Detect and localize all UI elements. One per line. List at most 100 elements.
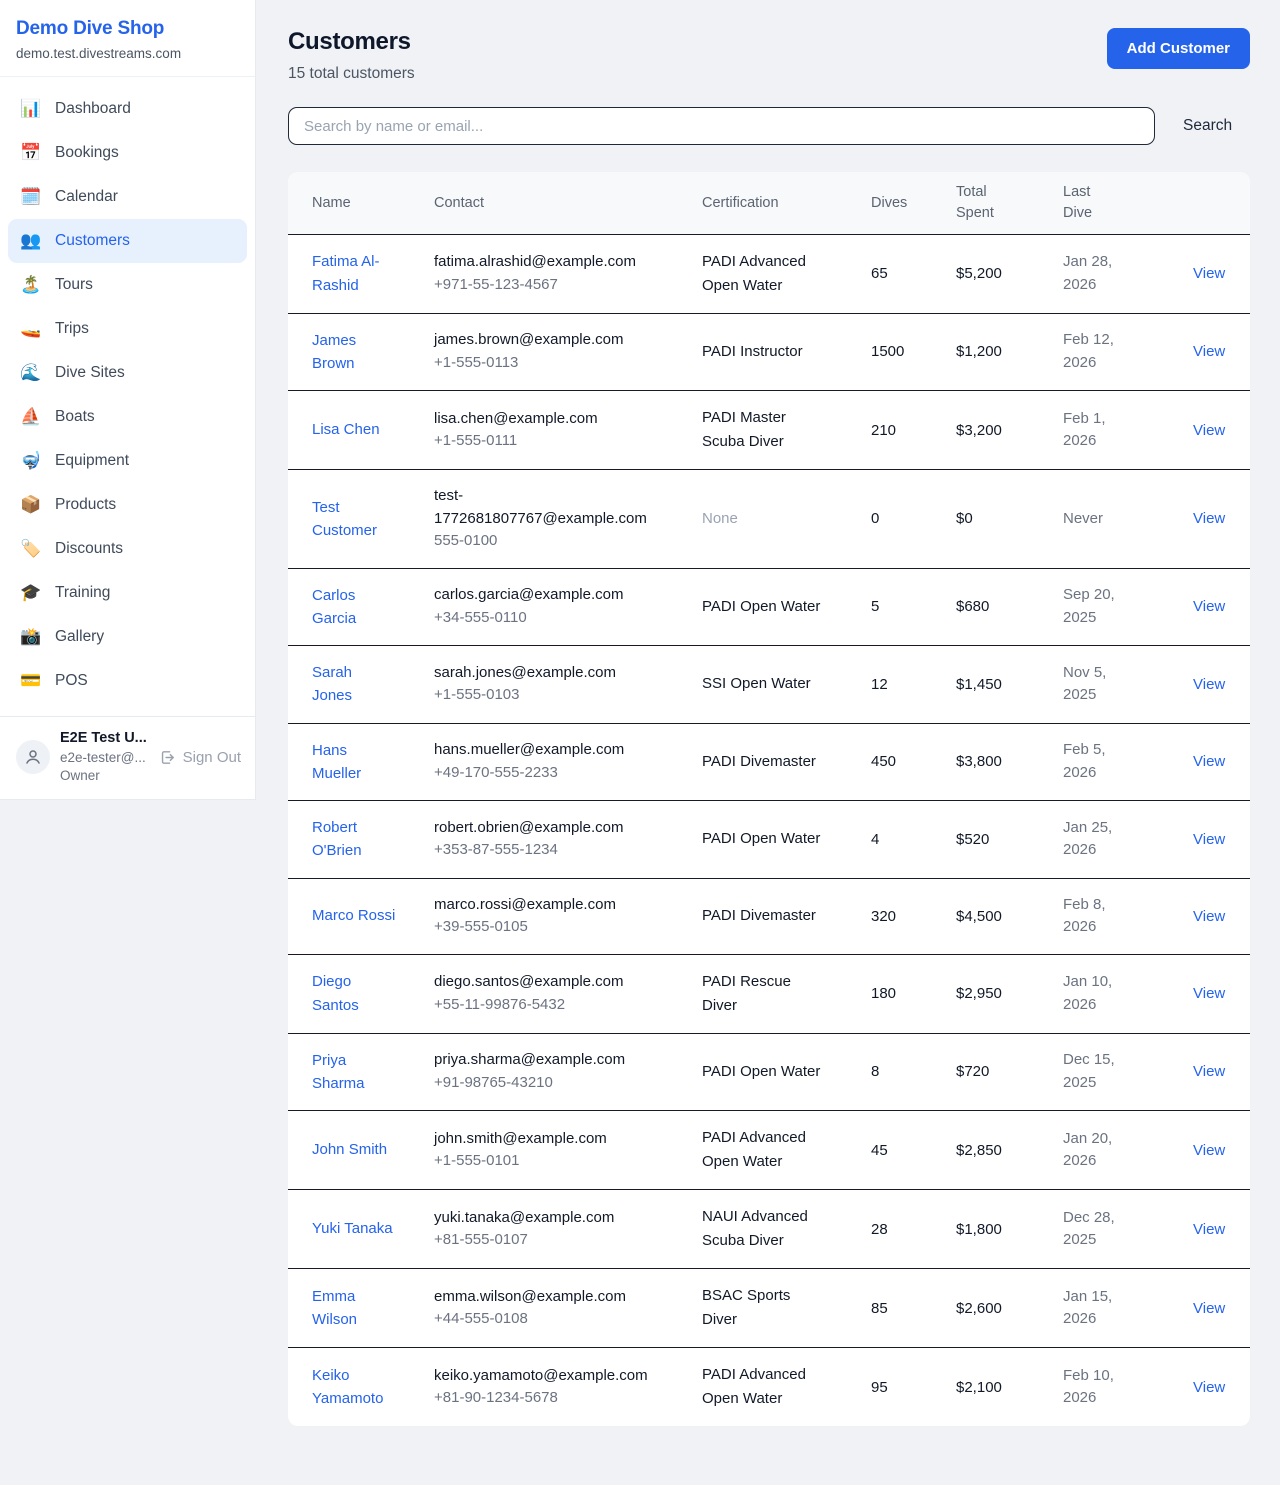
dives-value: 85 [871, 1300, 888, 1317]
sidebar-item-tours[interactable]: 🏝️ Tours [8, 263, 247, 307]
sidebar-item-calendar[interactable]: 🗓️ Calendar [8, 175, 247, 219]
view-link[interactable]: View [1193, 422, 1225, 439]
bar-chart-icon: 📊 [20, 99, 42, 119]
view-link[interactable]: View [1193, 985, 1225, 1002]
last-dive-value: Feb 8, 2026 [1063, 894, 1141, 939]
customer-name-link[interactable]: Sarah Jones [312, 661, 396, 708]
customer-phone: +55-11-99876-5432 [434, 994, 692, 1017]
camera-icon: 📸 [20, 627, 42, 647]
customer-name-link[interactable]: Robert O'Brien [312, 816, 396, 863]
customer-name-link[interactable]: James Brown [312, 329, 396, 376]
sidebar-item-discounts[interactable]: 🏷️ Discounts [8, 527, 247, 571]
table-row: Lisa Chen lisa.chen@example.com +1-555-0… [288, 391, 1250, 470]
graduation-cap-icon: 🎓 [20, 583, 42, 603]
island-icon: 🏝️ [20, 275, 42, 295]
people-icon: 👥 [20, 231, 42, 251]
last-dive-value: Jan 15, 2026 [1063, 1286, 1141, 1331]
view-link[interactable]: View [1193, 1142, 1225, 1159]
dives-value: 65 [871, 265, 888, 282]
contact-cell: sarah.jones@example.com +1-555-0103 [434, 646, 702, 724]
wave-icon: 🌊 [20, 363, 42, 383]
table-row: Test Customer test-1772681807767@example… [288, 470, 1250, 569]
customer-name-link[interactable]: Diego Santos [312, 970, 396, 1017]
page-header-text: Customers 15 total customers [288, 28, 415, 83]
column-header-total-spent: Total Spent [956, 172, 1063, 234]
contact-cell: priya.sharma@example.com +91-98765-43210 [434, 1033, 702, 1111]
add-customer-button[interactable]: Add Customer [1107, 28, 1250, 69]
customer-name-link[interactable]: Emma Wilson [312, 1285, 396, 1332]
column-header-name: Name [288, 172, 434, 234]
view-link[interactable]: View [1193, 1379, 1225, 1396]
shop-domain: demo.test.divestreams.com [16, 46, 239, 61]
customers-table-card: Name Contact Certification Dives Total S… [288, 172, 1250, 1426]
customer-email: fatima.alrashid@example.com [434, 251, 652, 274]
sign-out-button[interactable]: Sign Out [159, 749, 241, 766]
total-spent-value: $1,200 [956, 343, 1002, 360]
last-dive-value: Feb 10, 2026 [1063, 1365, 1141, 1410]
customer-phone: +39-555-0105 [434, 916, 692, 939]
customer-name-link[interactable]: Hans Mueller [312, 739, 396, 786]
table-header-row: Name Contact Certification Dives Total S… [288, 172, 1250, 234]
contact-cell: hans.mueller@example.com +49-170-555-223… [434, 723, 702, 801]
sidebar-item-training[interactable]: 🎓 Training [8, 571, 247, 615]
customer-email: john.smith@example.com [434, 1128, 652, 1151]
customer-name-link[interactable]: Test Customer [312, 496, 396, 543]
sidebar-item-customers[interactable]: 👥 Customers [8, 219, 247, 263]
customer-email: carlos.garcia@example.com [434, 584, 652, 607]
table-row: Sarah Jones sarah.jones@example.com +1-5… [288, 646, 1250, 724]
sidebar-item-dive-sites[interactable]: 🌊 Dive Sites [8, 351, 247, 395]
sidebar-item-dashboard[interactable]: 📊 Dashboard [8, 87, 247, 131]
sidebar-item-trips[interactable]: 🚤 Trips [8, 307, 247, 351]
sidebar: Demo Dive Shop demo.test.divestreams.com… [0, 0, 256, 800]
customer-email: test-1772681807767@example.com [434, 485, 652, 530]
search-input[interactable] [288, 107, 1155, 145]
contact-cell: carlos.garcia@example.com +34-555-0110 [434, 568, 702, 646]
customer-phone: 555-0100 [434, 530, 692, 553]
view-link[interactable]: View [1193, 1221, 1225, 1238]
search-button[interactable]: Search [1183, 117, 1232, 135]
customer-name-link[interactable]: Fatima Al-Rashid [312, 250, 396, 297]
customer-phone: +1-555-0113 [434, 352, 692, 375]
view-link[interactable]: View [1193, 908, 1225, 925]
view-link[interactable]: View [1193, 510, 1225, 527]
table-row: Robert O'Brien robert.obrien@example.com… [288, 801, 1250, 879]
sidebar-item-boats[interactable]: ⛵ Boats [8, 395, 247, 439]
customer-name-link[interactable]: Marco Rossi [312, 904, 395, 927]
last-dive-value: Dec 15, 2025 [1063, 1049, 1141, 1094]
customer-name-link[interactable]: John Smith [312, 1138, 387, 1161]
brand-block: Demo Dive Shop demo.test.divestreams.com [0, 0, 255, 77]
sidebar-item-bookings[interactable]: 📅 Bookings [8, 131, 247, 175]
customer-name-link[interactable]: Lisa Chen [312, 418, 380, 441]
table-row: Priya Sharma priya.sharma@example.com +9… [288, 1033, 1250, 1111]
sidebar-item-pos[interactable]: 💳 POS [8, 659, 247, 703]
total-spent-value: $4,500 [956, 908, 1002, 925]
dives-value: 320 [871, 908, 896, 925]
sidebar-item-products[interactable]: 📦 Products [8, 483, 247, 527]
view-link[interactable]: View [1193, 1300, 1225, 1317]
view-link[interactable]: View [1193, 753, 1225, 770]
sidebar-nav: 📊 Dashboard 📅 Bookings 🗓️ Calendar 👥 Cus… [0, 77, 255, 716]
logout-icon [159, 749, 176, 766]
customer-name-link[interactable]: Yuki Tanaka [312, 1217, 393, 1240]
sidebar-item-gallery[interactable]: 📸 Gallery [8, 615, 247, 659]
view-link[interactable]: View [1193, 1063, 1225, 1080]
credit-card-icon: 💳 [20, 671, 42, 691]
view-link[interactable]: View [1193, 676, 1225, 693]
dives-value: 95 [871, 1379, 888, 1396]
customer-phone: +44-555-0108 [434, 1308, 692, 1331]
view-link[interactable]: View [1193, 831, 1225, 848]
table-row: Diego Santos diego.santos@example.com +5… [288, 954, 1250, 1033]
view-link[interactable]: View [1193, 265, 1225, 282]
contact-cell: diego.santos@example.com +55-11-99876-54… [434, 954, 702, 1033]
calendar-date-icon: 📅 [20, 143, 42, 163]
sidebar-item-equipment[interactable]: 🤿 Equipment [8, 439, 247, 483]
customer-name-link[interactable]: Priya Sharma [312, 1049, 396, 1096]
total-spent-value: $680 [956, 598, 989, 615]
view-link[interactable]: View [1193, 598, 1225, 615]
customer-name-link[interactable]: Keiko Yamamoto [312, 1364, 396, 1411]
certification-value: PADI Advanced Open Water [702, 1363, 822, 1411]
view-link[interactable]: View [1193, 343, 1225, 360]
customer-name-link[interactable]: Carlos Garcia [312, 584, 396, 631]
contact-cell: john.smith@example.com +1-555-0101 [434, 1111, 702, 1190]
table-row: Fatima Al-Rashid fatima.alrashid@example… [288, 234, 1250, 313]
